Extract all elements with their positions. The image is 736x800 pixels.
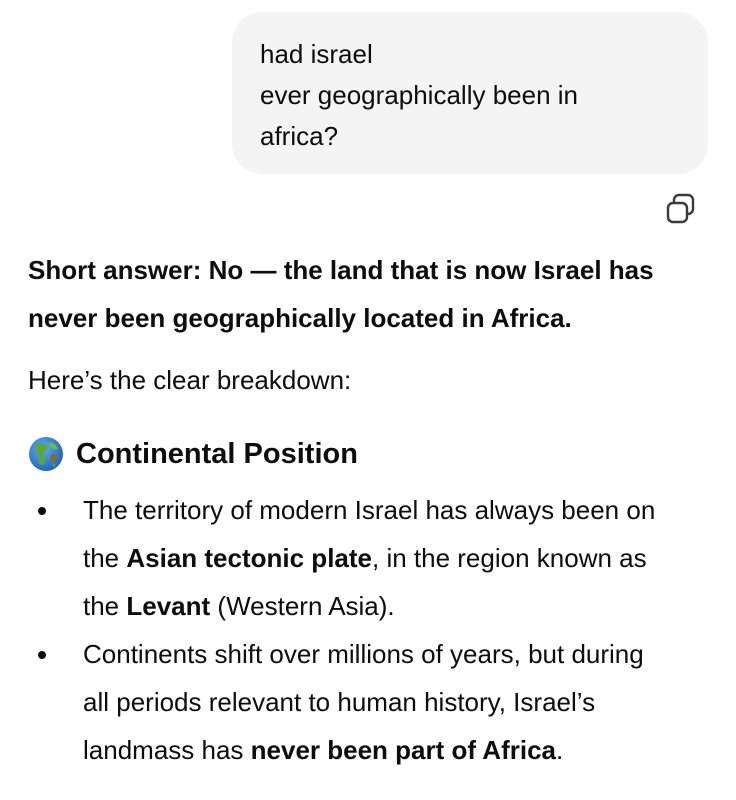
user-message-line: had israel (260, 39, 373, 69)
section-heading-text: Continental Position (76, 438, 358, 470)
list-item-line: landmass has never been part of Africa. (83, 726, 718, 774)
list-item-text: landmass has (83, 735, 251, 765)
bold-term: never been part of Africa (250, 735, 557, 765)
list-item-line: Continents shift over millions of years,… (83, 639, 644, 669)
short-answer-line: never been geographically located in Afr… (28, 303, 572, 333)
list-item: The territory of modern Israel has alway… (28, 486, 718, 630)
copy-icon (666, 193, 695, 224)
globe-icon (29, 437, 63, 471)
bullet-list: The territory of modern Israel has alway… (28, 486, 718, 774)
list-item-text: . (556, 735, 564, 765)
user-message-line: ever geographically been in (260, 80, 578, 110)
list-item-text: , in the region known as (372, 543, 647, 573)
assistant-response: Short answer: No — the land that is now … (28, 246, 718, 774)
list-item-text: the (83, 543, 127, 573)
bold-term: Levant (126, 591, 211, 621)
bullet-dot (38, 507, 46, 515)
bullet-dot (38, 651, 46, 659)
list-item: Continents shift over millions of years,… (28, 630, 718, 774)
list-item-line: the Asian tectonic plate, in the region … (83, 534, 718, 582)
list-item-text: (Western Asia). (210, 591, 395, 621)
list-item-line: the Levant (Western Asia). (83, 582, 718, 630)
user-message-bubble: had israel ever geographically been in a… (232, 12, 708, 174)
list-item-line: The territory of modern Israel has alway… (83, 495, 656, 525)
chat-page: had israel ever geographically been in a… (0, 0, 736, 800)
intro-text: Here’s the clear breakdown: (28, 365, 352, 395)
list-item-text: the (83, 591, 127, 621)
list-item-line: all periods relevant to human history, I… (83, 687, 596, 717)
short-answer-line: Short answer: No — the land that is now … (28, 255, 654, 285)
section-heading: Continental Position (28, 436, 718, 472)
copy-message-button[interactable] (664, 192, 698, 226)
user-message-line: africa? (260, 121, 339, 151)
bold-term: Asian tectonic plate (126, 543, 372, 573)
short-answer: Short answer: No — the land that is now … (28, 246, 718, 342)
